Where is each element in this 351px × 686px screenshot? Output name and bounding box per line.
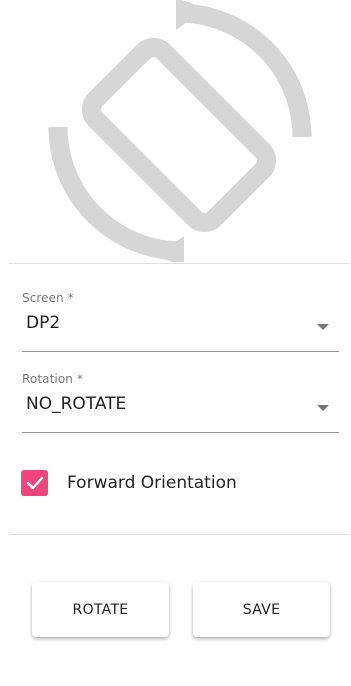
screen-select-value[interactable]: DP2 [26, 313, 60, 333]
bottom-divider [9, 534, 350, 535]
dropdown-arrow-icon[interactable] [317, 324, 329, 330]
phone-outline-icon [81, 37, 277, 233]
checkmark-icon [26, 476, 43, 490]
save-button[interactable]: SAVE [193, 582, 330, 637]
screen-select[interactable]: Screen * DP2 [22, 291, 339, 355]
forward-orientation-checkbox[interactable]: Forward Orientation [21, 469, 237, 497]
screen-rotation-illustration [0, 0, 351, 266]
rotation-select-label: Rotation * [22, 372, 83, 386]
screen-select-label: Screen * [22, 291, 74, 305]
rotate-button[interactable]: ROTATE [32, 582, 169, 637]
dropdown-arrow-icon[interactable] [317, 405, 329, 411]
rotation-select-value[interactable]: NO_ROTATE [26, 394, 126, 414]
rotation-select-underline [22, 432, 339, 433]
forward-orientation-label[interactable]: Forward Orientation [67, 473, 237, 493]
rotation-select[interactable]: Rotation * NO_ROTATE [22, 372, 339, 436]
screen-select-underline [22, 351, 339, 352]
top-divider [9, 263, 350, 264]
screen-rotation-icon [48, 0, 312, 266]
checkbox-checked-icon[interactable] [21, 470, 48, 496]
